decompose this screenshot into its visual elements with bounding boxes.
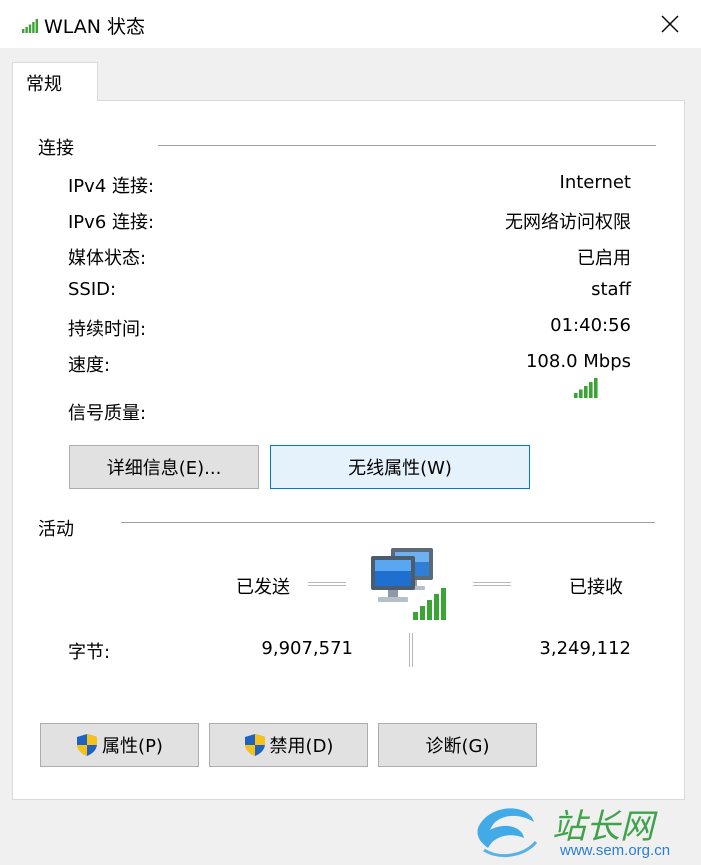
- watermark-url: www.sem.org.cn: [560, 842, 671, 859]
- diagnose-button[interactable]: 诊断(G): [378, 723, 537, 767]
- ssid-label: SSID:: [68, 279, 117, 300]
- received-line: [473, 582, 511, 586]
- title-bar: WLAN 状态: [0, 0, 701, 48]
- ipv6-label: IPv6 连接:: [68, 212, 155, 233]
- activity-divider: [121, 522, 655, 523]
- details-button[interactable]: 详细信息(E)...: [69, 445, 259, 489]
- ipv4-value: Internet: [559, 172, 631, 193]
- wireless-properties-button[interactable]: 无线属性(W): [270, 445, 530, 489]
- duration-value: 01:40:56: [550, 315, 631, 336]
- bytes-separator: [409, 633, 413, 667]
- svg-text:站长网: 站长网: [552, 809, 658, 846]
- close-button[interactable]: [648, 6, 692, 42]
- ssid-value: staff: [591, 279, 631, 300]
- ipv4-label: IPv4 连接:: [68, 176, 155, 197]
- uac-shield-icon: [244, 734, 265, 756]
- speed-value: 108.0 Mbps: [525, 351, 631, 372]
- ipv6-value: 无网络访问权限: [505, 212, 631, 233]
- network-computers-icon: [371, 548, 446, 620]
- bytes-received-value: 3,249,112: [539, 638, 631, 659]
- close-icon: [661, 15, 679, 33]
- duration-label: 持续时间:: [68, 319, 147, 340]
- bytes-sent-value: 9,907,571: [261, 638, 353, 659]
- properties-button-label: 属性(P): [102, 736, 163, 757]
- speed-label: 速度:: [68, 355, 111, 376]
- received-label: 已接收: [569, 577, 623, 598]
- connection-section-title: 连接: [38, 138, 74, 159]
- tab-general[interactable]: 常规: [12, 62, 98, 101]
- connection-divider: [158, 145, 656, 146]
- signal-quality-label: 信号质量:: [68, 403, 147, 424]
- sent-line: [308, 582, 346, 586]
- window-title: WLAN 状态: [44, 16, 146, 38]
- disable-button[interactable]: 禁用(D): [209, 723, 368, 767]
- signal-quality-icon: [574, 378, 598, 398]
- media-state-label: 媒体状态:: [68, 248, 147, 269]
- activity-section-title: 活动: [38, 519, 74, 540]
- watermark-logo: 站长网 www.sem.org.cn: [470, 798, 701, 865]
- properties-button[interactable]: 属性(P): [40, 723, 199, 767]
- sent-label: 已发送: [236, 577, 290, 598]
- wifi-signal-icon: [22, 19, 38, 33]
- bytes-label: 字节:: [68, 642, 111, 663]
- disable-button-label: 禁用(D): [269, 736, 334, 757]
- uac-shield-icon: [77, 734, 98, 756]
- media-state-value: 已启用: [577, 248, 631, 269]
